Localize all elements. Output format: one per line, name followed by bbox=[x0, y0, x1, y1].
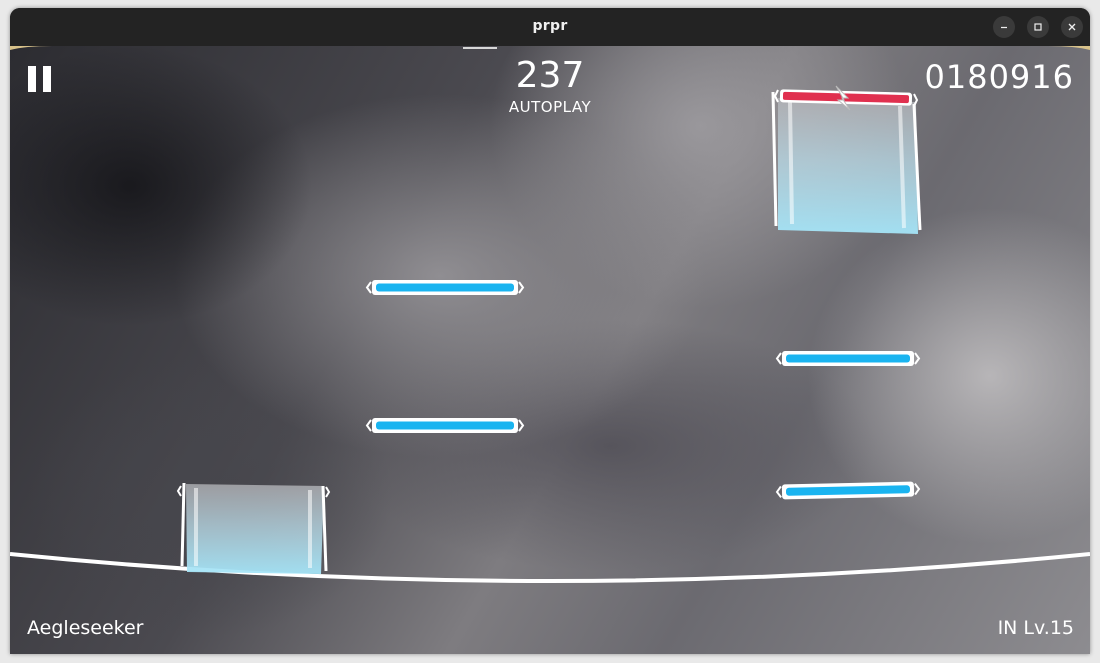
combo-counter: 237 bbox=[515, 55, 585, 96]
hold-note bbox=[176, 482, 331, 574]
close-icon bbox=[1068, 23, 1076, 31]
song-name: Aegleseeker bbox=[27, 617, 144, 639]
tap-note bbox=[775, 351, 921, 366]
maximize-button[interactable] bbox=[1027, 16, 1049, 38]
pause-icon bbox=[43, 66, 51, 92]
hold-note-top bbox=[771, 91, 922, 234]
progress-bar bbox=[463, 47, 497, 49]
title-bar[interactable]: prpr bbox=[10, 8, 1090, 46]
score-display: 0180916 bbox=[924, 58, 1074, 96]
top-accent-left bbox=[10, 46, 52, 50]
maximize-icon bbox=[1034, 23, 1042, 31]
top-accent-right bbox=[1048, 46, 1090, 50]
pause-icon bbox=[28, 66, 36, 92]
close-button[interactable] bbox=[1061, 16, 1083, 38]
window-title: prpr bbox=[532, 18, 568, 34]
game-field[interactable]: 237 AUTOPLAY 0180916 Aegleseeker IN Lv.1… bbox=[10, 46, 1090, 654]
pause-button[interactable] bbox=[28, 66, 54, 92]
tap-note bbox=[365, 418, 525, 433]
tap-note bbox=[365, 280, 525, 295]
playfield-svg bbox=[10, 46, 1090, 583]
app-window: prpr 237 AUTOPLAY 0180916 Aegleseeker IN… bbox=[10, 8, 1090, 654]
minimize-button[interactable] bbox=[993, 16, 1015, 38]
difficulty-level: IN Lv.15 bbox=[997, 617, 1074, 639]
tap-note bbox=[775, 481, 921, 500]
judge-line bbox=[10, 552, 1090, 583]
combo-label: AUTOPLAY bbox=[508, 98, 592, 116]
minimize-icon bbox=[1001, 26, 1007, 29]
